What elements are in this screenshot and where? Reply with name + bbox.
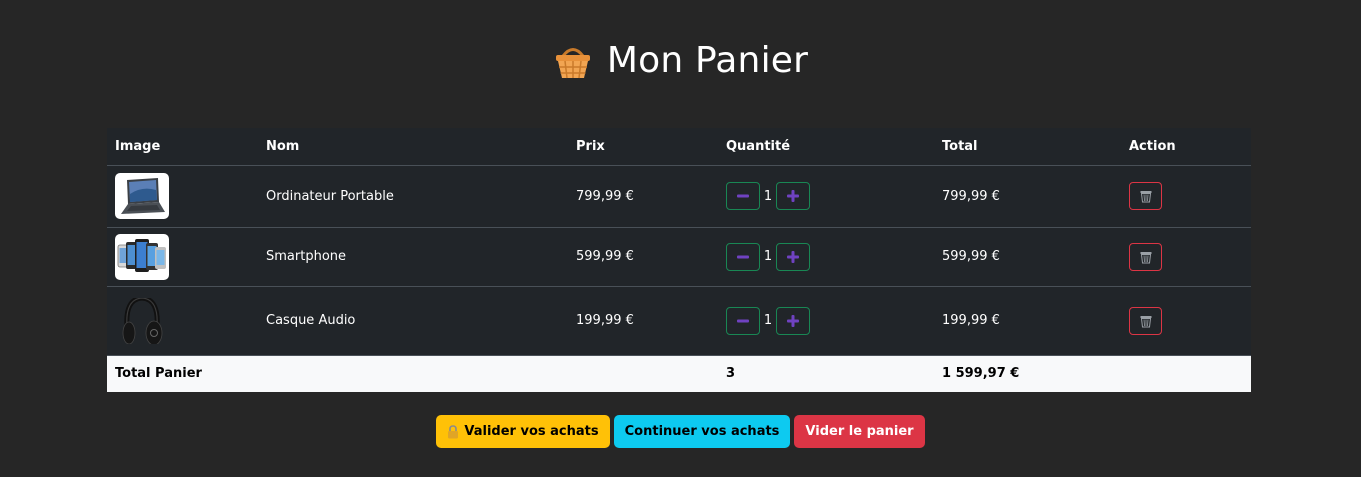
column-header-image: Image — [107, 128, 258, 166]
validate-purchase-label: Valider vos achats — [464, 424, 599, 439]
trash-icon — [1140, 191, 1151, 203]
minus-icon — [737, 255, 749, 258]
minus-icon — [737, 194, 749, 198]
action-cell — [1121, 165, 1251, 228]
trash-icon — [1140, 315, 1151, 327]
column-header-quantity: Quantité — [718, 128, 934, 166]
column-header-name: Nom — [258, 128, 568, 166]
cart-total-empty-cell — [1121, 355, 1251, 392]
cart-actions: Valider vos achats Continuer vos achats … — [0, 415, 1361, 448]
quantity-stepper: 1 — [726, 242, 926, 271]
quantity-value: 1 — [763, 313, 773, 328]
product-total: 599,99 € — [934, 227, 1121, 287]
table-row: Ordinateur Portable 799,99 € 1 799,99 € — [107, 165, 1251, 228]
action-cell — [1121, 227, 1251, 287]
quantity-stepper: 1 — [726, 306, 926, 335]
quantity-cell: 1 — [718, 227, 934, 287]
column-header-action: Action — [1121, 128, 1251, 166]
plus-icon — [787, 314, 799, 327]
quantity-value: 1 — [763, 249, 773, 264]
decrease-quantity-button[interactable] — [726, 242, 760, 271]
product-price: 799,99 € — [568, 165, 718, 228]
image-cell — [107, 165, 258, 228]
trash-icon — [1140, 251, 1151, 263]
decrease-quantity-button[interactable] — [726, 306, 760, 335]
plus-icon — [787, 250, 799, 263]
lock-icon — [448, 424, 459, 438]
product-name: Ordinateur Portable — [258, 165, 568, 228]
action-cell — [1121, 286, 1251, 356]
basket-icon — [555, 47, 590, 78]
product-price: 599,99 € — [568, 227, 718, 287]
cart-total-amount: 1 599,97 € — [934, 355, 1121, 392]
smartphones-image — [115, 233, 169, 280]
quantity-cell: 1 — [718, 286, 934, 356]
table-row: Smartphone 599,99 € 1 599,99 € — [107, 227, 1251, 287]
image-cell — [107, 227, 258, 287]
validate-purchase-button[interactable]: Valider vos achats — [436, 415, 610, 448]
continue-shopping-button[interactable]: Continuer vos achats — [613, 415, 791, 448]
clear-cart-button[interactable]: Vider le panier — [794, 415, 925, 448]
product-name: Smartphone — [258, 227, 568, 287]
increase-quantity-button[interactable] — [776, 182, 810, 210]
cart-total-quantity: 3 — [718, 355, 934, 392]
minus-icon — [737, 319, 749, 322]
cart-total-label: Total Panier — [107, 355, 718, 392]
column-header-price: Prix — [568, 128, 718, 166]
product-price: 199,99 € — [568, 286, 718, 356]
quantity-cell: 1 — [718, 165, 934, 228]
quantity-value: 1 — [763, 188, 773, 204]
delete-item-button[interactable] — [1129, 306, 1162, 335]
column-header-total: Total — [934, 128, 1121, 166]
cart-total-row: Total Panier 3 1 599,97 € — [107, 355, 1251, 392]
table-header-row: Image Nom Prix Quantité Total Action — [107, 128, 1251, 166]
product-total: 799,99 € — [934, 165, 1121, 228]
increase-quantity-button[interactable] — [776, 242, 810, 271]
page-title: Mon Panier — [606, 40, 809, 81]
table-row: Casque Audio 199,99 € 1 199,99 € — [107, 286, 1251, 356]
cart-table: Image Nom Prix Quantité Total Action Ord… — [107, 128, 1251, 392]
increase-quantity-button[interactable] — [776, 306, 810, 335]
plus-icon — [787, 190, 799, 202]
headphones-image — [115, 297, 169, 344]
laptop-image — [115, 173, 169, 219]
image-cell — [107, 286, 258, 356]
product-total: 199,99 € — [934, 286, 1121, 356]
decrease-quantity-button[interactable] — [726, 182, 760, 210]
delete-item-button[interactable] — [1129, 182, 1162, 210]
delete-item-button[interactable] — [1129, 242, 1162, 271]
quantity-stepper: 1 — [726, 182, 926, 210]
product-name: Casque Audio — [258, 286, 568, 356]
page-header: Mon Panier — [0, 40, 1361, 81]
